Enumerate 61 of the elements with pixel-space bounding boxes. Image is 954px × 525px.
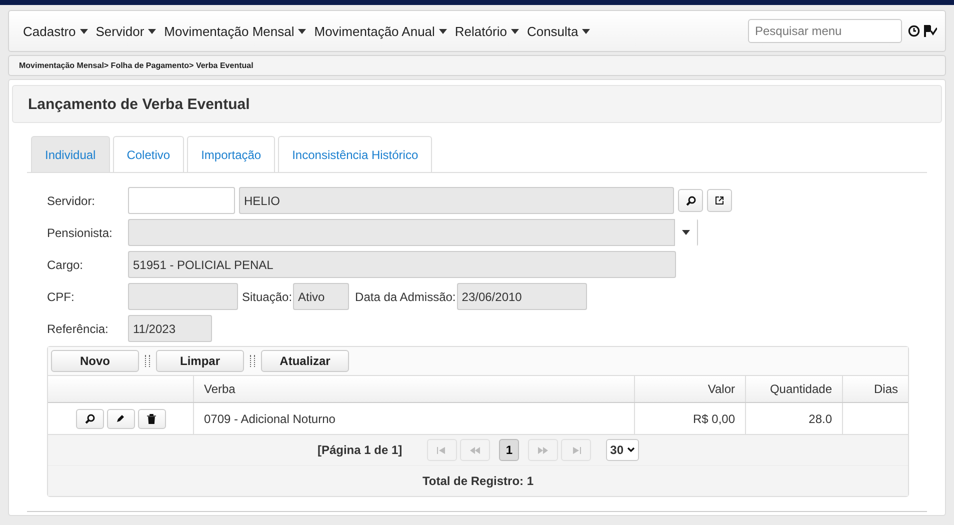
trash-icon bbox=[147, 414, 156, 424]
chevron-icon bbox=[626, 447, 635, 453]
input-field: Ativo bbox=[293, 283, 350, 310]
menu-item[interactable]: Movimentação Anual bbox=[314, 24, 447, 38]
tab[interactable]: Inconsistência Histórico bbox=[278, 136, 432, 172]
open-button[interactable] bbox=[707, 189, 732, 212]
previous-page-icon bbox=[470, 446, 480, 454]
clock-icon[interactable] bbox=[908, 25, 920, 37]
view-button[interactable] bbox=[76, 408, 104, 428]
select-field[interactable] bbox=[128, 219, 698, 246]
menu-item[interactable]: Consulta bbox=[526, 24, 590, 38]
flag-icon[interactable] bbox=[923, 25, 937, 37]
search-field[interactable]: Pesquisar menu bbox=[748, 19, 902, 43]
pencil-icon bbox=[116, 414, 125, 423]
column-header: Dias bbox=[842, 376, 908, 402]
input-field: 23/06/2010 bbox=[456, 283, 587, 310]
caret-icon bbox=[582, 28, 590, 34]
page-info: [Página 1 de 1] bbox=[317, 443, 402, 457]
toolbar-button[interactable]: Atualizar bbox=[261, 350, 349, 372]
caret-icon bbox=[148, 28, 156, 34]
input-field: 11/2023 bbox=[128, 315, 212, 342]
last-page-icon bbox=[571, 446, 582, 454]
menu-item[interactable]: Movimentação Mensal bbox=[164, 24, 306, 38]
external-link-icon bbox=[715, 196, 724, 205]
toolbar-button[interactable]: Novo bbox=[51, 350, 139, 372]
first-page-icon bbox=[437, 446, 448, 454]
menu-item[interactable]: Relatório bbox=[454, 24, 519, 38]
edit-button[interactable] bbox=[106, 408, 134, 428]
page-button[interactable]: 1 bbox=[499, 439, 520, 461]
toolbar-button[interactable]: Limpar bbox=[156, 350, 244, 372]
column-header: Verba bbox=[194, 376, 634, 402]
caret-icon bbox=[510, 28, 519, 34]
input-field: 51951 - POLICIAL PENAL bbox=[128, 251, 676, 278]
total-records: Total de Registro: 1 bbox=[422, 474, 534, 488]
tab[interactable]: Importação bbox=[187, 136, 276, 172]
caret-icon bbox=[80, 28, 88, 34]
field-label: Data da Admissão: bbox=[355, 290, 456, 304]
breadcrumb: Movimentação Mensal> Folha de Pagamento> Verba Eventual bbox=[19, 61, 254, 70]
delete-button[interactable] bbox=[138, 408, 166, 428]
menu-item[interactable]: Cadastro bbox=[23, 24, 88, 38]
column-header: Quantidade bbox=[746, 376, 842, 402]
field-label: Servidor: bbox=[47, 194, 96, 208]
tab[interactable]: Coletivo bbox=[112, 136, 184, 172]
menu-item[interactable]: Servidor bbox=[96, 24, 156, 38]
field-label: Pensionista: bbox=[47, 226, 114, 240]
page-title: Lançamento de Verba Eventual bbox=[28, 96, 250, 112]
search-icon bbox=[686, 196, 696, 206]
input-field[interactable] bbox=[128, 187, 235, 214]
name-field: HELIO bbox=[239, 187, 674, 214]
next-page-icon bbox=[538, 446, 548, 454]
page-size-select[interactable]: 30 bbox=[606, 439, 639, 461]
caret-icon bbox=[298, 28, 306, 34]
caret-icon bbox=[682, 230, 690, 235]
caret-icon bbox=[438, 28, 447, 34]
search-button[interactable] bbox=[678, 189, 703, 212]
field-label: Referência: bbox=[47, 322, 110, 336]
field-label: Cargo: bbox=[47, 258, 84, 272]
field-label: CPF: bbox=[47, 290, 76, 304]
search-icon bbox=[84, 414, 94, 424]
field-label: Situação: bbox=[242, 290, 292, 304]
column-header: Valor bbox=[634, 376, 746, 402]
